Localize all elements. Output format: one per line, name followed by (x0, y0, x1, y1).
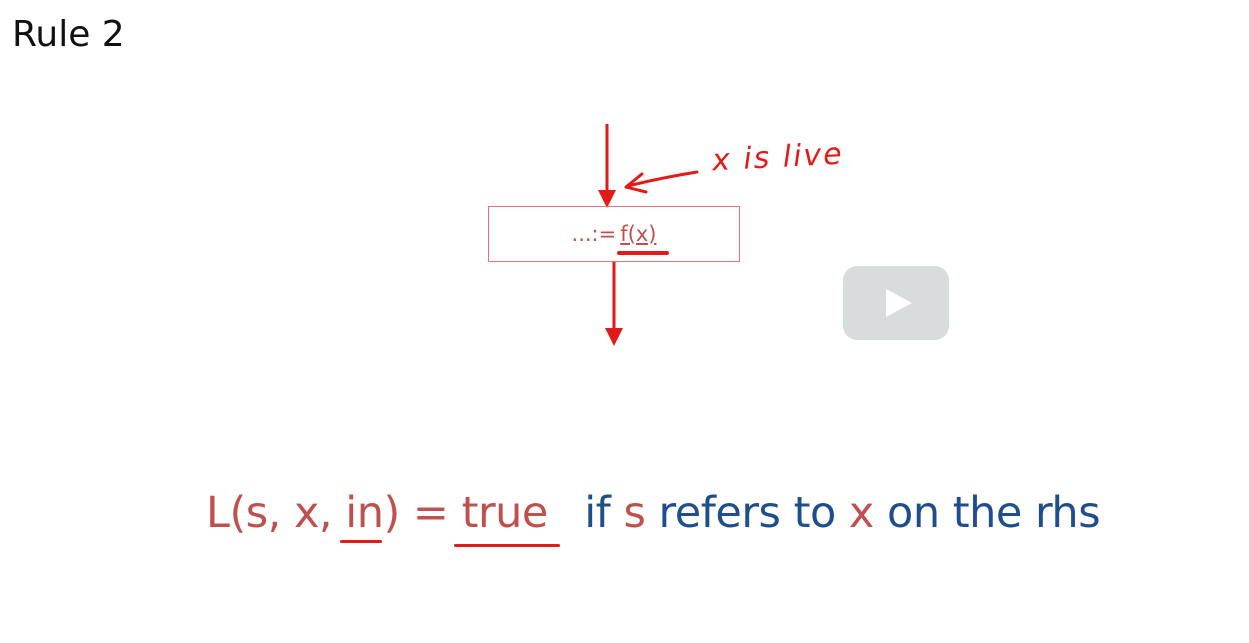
flow-diagram (598, 124, 699, 346)
video-play-button[interactable] (843, 266, 949, 340)
rule-lhs: L(s, x, in) (206, 488, 400, 538)
true-handwritten-underline (454, 544, 560, 547)
live-annotation: x is live (711, 136, 845, 179)
play-icon (886, 289, 912, 317)
slide-canvas: Rule 2 ...:= f(x) x is live L(s, x, in) … (0, 0, 1249, 643)
rule-value: true (461, 488, 549, 538)
rule-equals: = (412, 488, 449, 538)
in-handwritten-underline (340, 540, 382, 543)
rule-x-var: x (848, 488, 874, 538)
statement-box: ...:= f(x) (488, 206, 740, 262)
rule-on-the-rhs: on the rhs (887, 488, 1101, 538)
outgoing-arrowhead (605, 328, 623, 346)
statement-prefix: ...:= (571, 222, 617, 246)
rule-statement: L(s, x, in) = true if s refers to x on t… (206, 488, 1101, 538)
rule-if: if (584, 488, 611, 538)
rule-refers-to: refers to (658, 488, 837, 538)
rule-s-var: s (623, 488, 646, 538)
statement-call-handwritten-underline (617, 251, 669, 255)
annotation-pointer-arrow (626, 170, 699, 188)
statement-call: f(x) (620, 222, 657, 246)
